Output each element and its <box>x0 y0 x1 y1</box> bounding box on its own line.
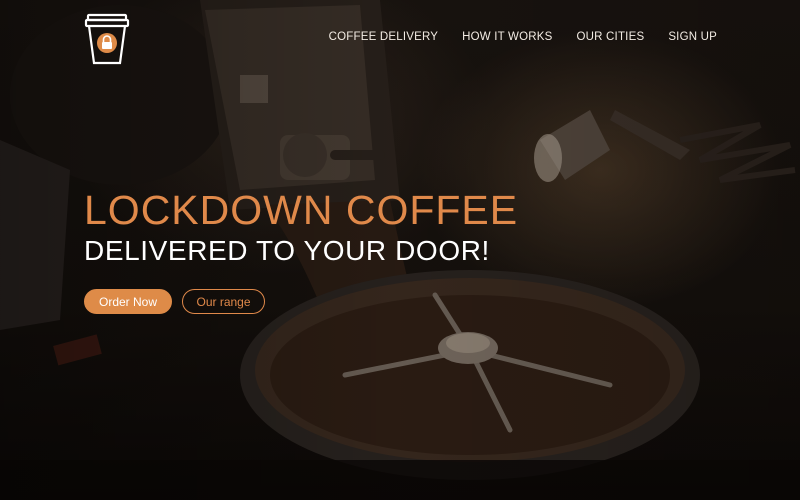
nav-our-cities[interactable]: OUR CITIES <box>577 31 645 43</box>
nav-coffee-delivery[interactable]: COFFEE DELIVERY <box>329 31 439 43</box>
logo[interactable] <box>84 13 130 65</box>
coffee-cup-lock-icon <box>84 13 130 65</box>
nav-how-it-works[interactable]: HOW IT WORKS <box>462 31 552 43</box>
main-nav: COFFEE DELIVERY HOW IT WORKS OUR CITIES … <box>329 31 717 43</box>
hero-subtitle: DELIVERED TO YOUR DOOR! <box>84 235 490 266</box>
our-range-button[interactable]: Our range <box>182 289 265 314</box>
hero-title: LOCKDOWN COFFEE <box>84 187 519 233</box>
nav-sign-up[interactable]: SIGN UP <box>668 31 717 43</box>
order-now-button[interactable]: Order Now <box>84 289 172 314</box>
